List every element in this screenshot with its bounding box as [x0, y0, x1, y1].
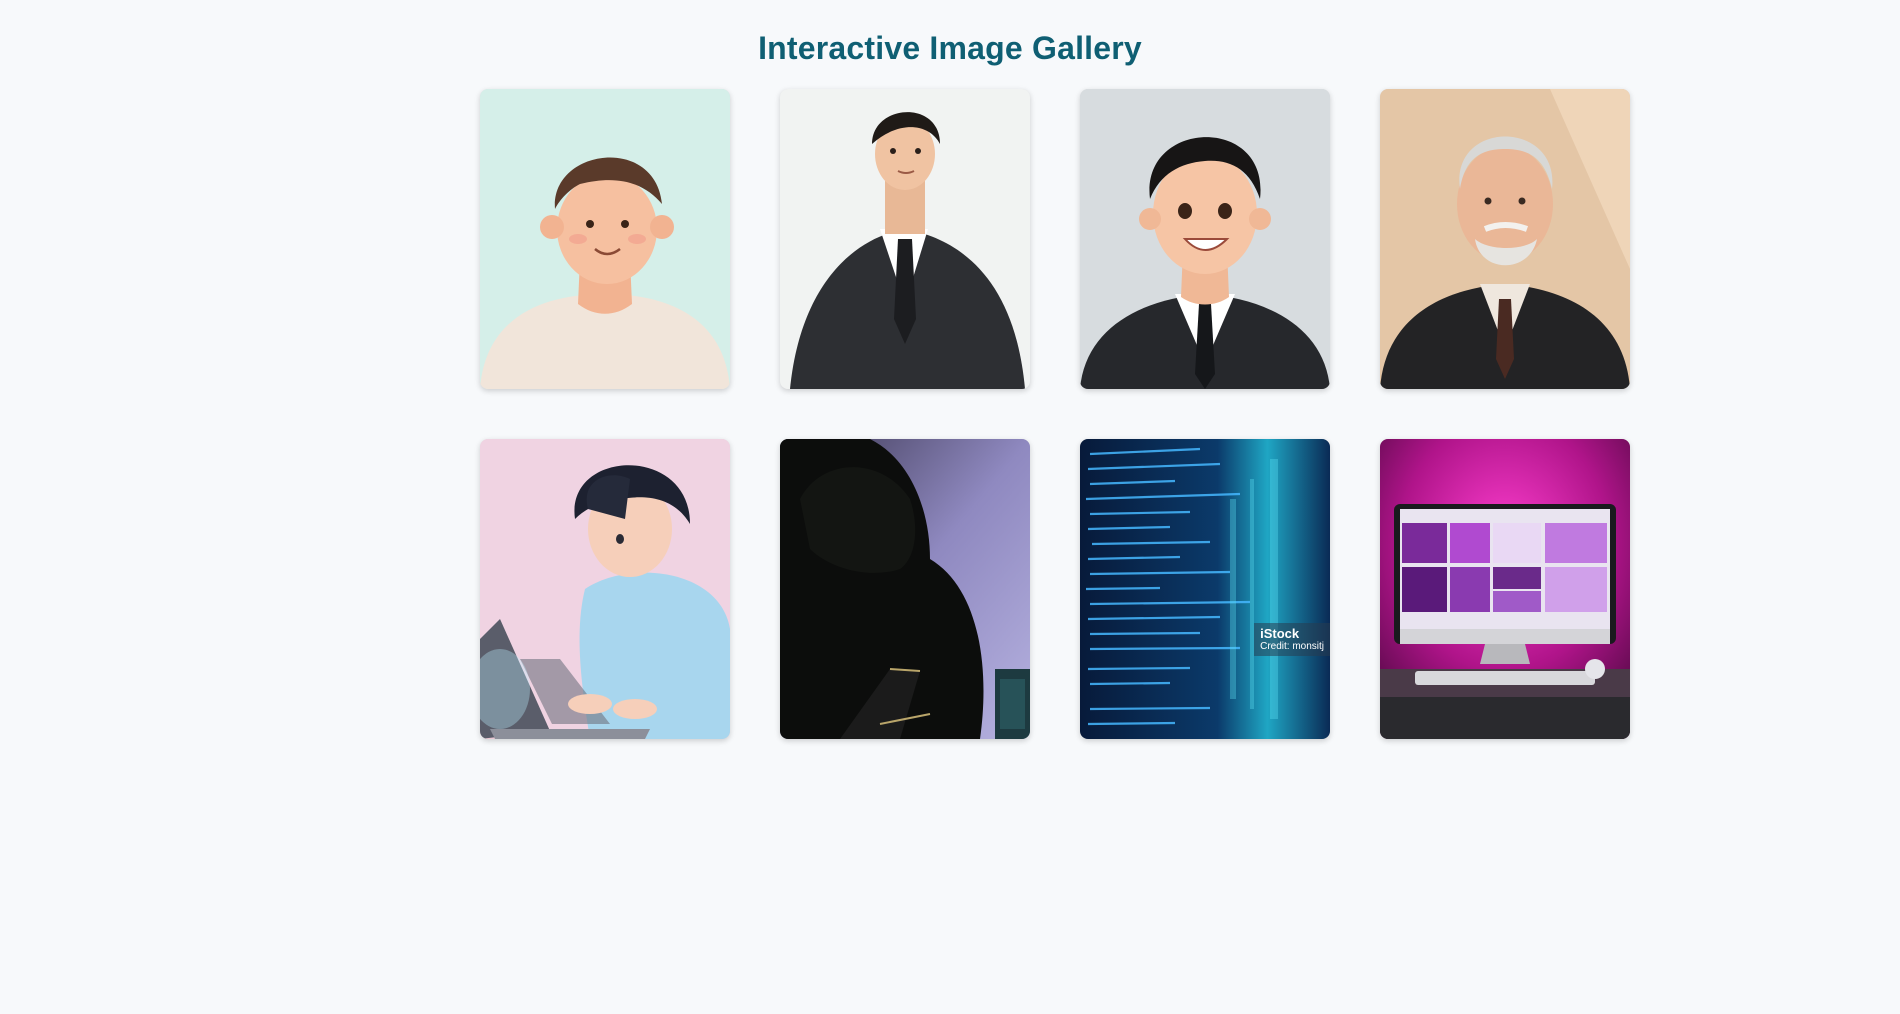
gallery-item-8[interactable] [1380, 439, 1630, 739]
gallery-item-4[interactable] [1380, 89, 1630, 389]
portrait-elder-icon [1380, 89, 1630, 389]
gallery-item-5[interactable] [480, 439, 730, 739]
gallery-item-7[interactable]: iStock Credit: monsitj [1080, 439, 1330, 739]
gallery-item-3[interactable] [1080, 89, 1330, 389]
watermark-badge: iStock Credit: monsitj [1254, 623, 1330, 656]
page-title: Interactive Image Gallery [758, 30, 1142, 66]
portrait-suit-icon [780, 89, 1030, 389]
image-gallery: iStock Credit: monsitj [480, 89, 1630, 739]
gallery-item-6[interactable] [780, 439, 1030, 739]
watermark-credit: Credit: monsitj [1260, 641, 1324, 652]
desktop-monitor-icon [1380, 439, 1630, 739]
portrait-casual-icon [480, 89, 730, 389]
laptop-user-icon [480, 439, 730, 739]
code-screen-icon [1080, 439, 1330, 739]
gallery-item-1[interactable] [480, 89, 730, 389]
watermark-brand: iStock [1260, 626, 1300, 641]
hacker-icon [780, 439, 1030, 739]
portrait-smile-icon [1080, 89, 1330, 389]
gallery-item-2[interactable] [780, 89, 1030, 389]
